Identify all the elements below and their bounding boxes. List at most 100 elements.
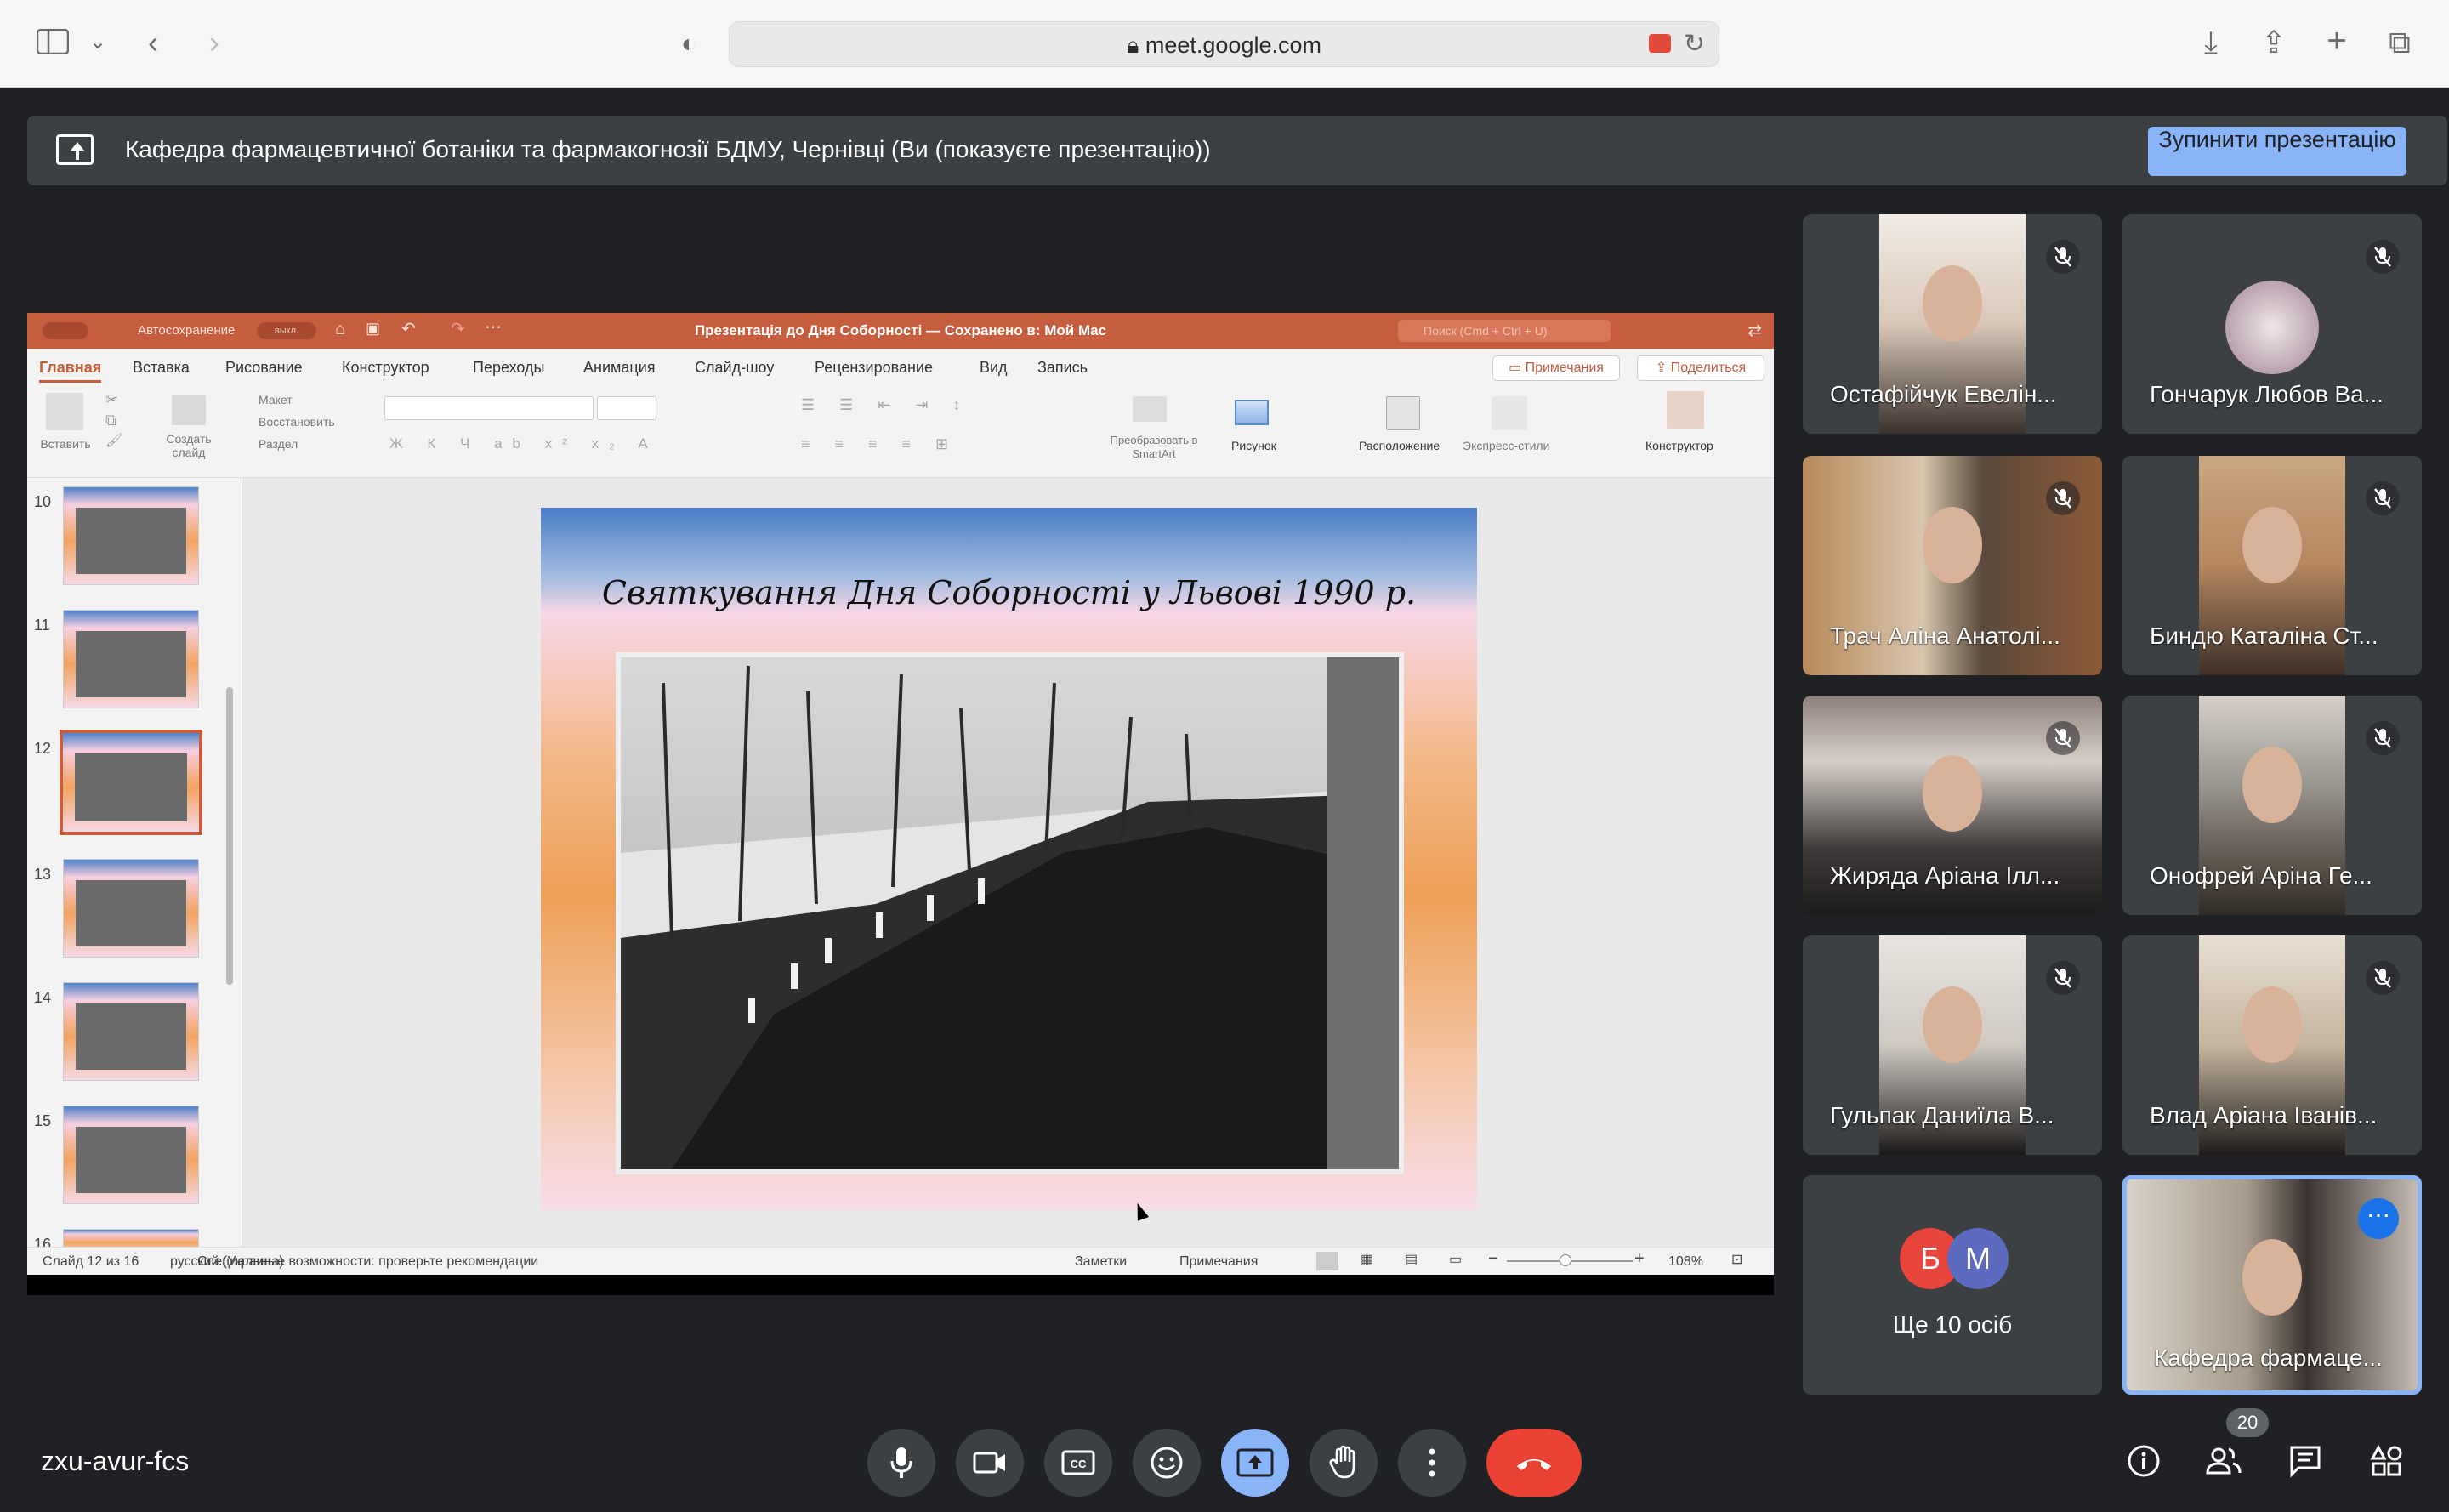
more-options-icon[interactable]: ⋯ bbox=[2358, 1198, 2399, 1239]
window-bottom-edge bbox=[27, 1275, 1774, 1295]
mic-off-icon bbox=[2366, 240, 2400, 274]
mic-button[interactable] bbox=[867, 1429, 935, 1497]
ppt-search-input[interactable]: Поиск (Cmd + Ctrl + U) bbox=[1398, 320, 1611, 342]
zoom-in-button[interactable]: + bbox=[1634, 1249, 1645, 1269]
picture-icon[interactable] bbox=[1235, 400, 1269, 425]
notes-button[interactable]: Заметки bbox=[1075, 1254, 1127, 1270]
participant-tile[interactable]: Влад Аріана Іванів... bbox=[2122, 935, 2422, 1155]
forward-icon[interactable]: › bbox=[197, 26, 231, 60]
tab-review[interactable]: Рецензирование bbox=[815, 359, 933, 377]
share-button[interactable]: ⇪ Поделиться bbox=[1637, 355, 1764, 381]
end-call-button[interactable] bbox=[1486, 1429, 1582, 1497]
tab-animations[interactable]: Анимация bbox=[583, 359, 656, 377]
participant-tile[interactable]: Гончарук Любов Ва... bbox=[2122, 214, 2422, 434]
more-options-button[interactable] bbox=[1398, 1429, 1466, 1497]
participant-tile[interactable]: Жиряда Аріана Ілл... bbox=[1803, 696, 2102, 915]
shield-icon[interactable]: ◐ bbox=[672, 27, 706, 61]
slide-thumbnail[interactable] bbox=[63, 610, 199, 708]
accessibility-status[interactable]: Специальные возможности: проверьте реком… bbox=[197, 1254, 538, 1270]
chevron-down-icon[interactable]: ⌄ bbox=[85, 26, 111, 60]
tab-view[interactable]: Вид bbox=[980, 359, 1008, 377]
share-icon[interactable]: ⇄ bbox=[1747, 320, 1762, 341]
section-button[interactable]: Раздел bbox=[259, 437, 298, 451]
reset-button[interactable]: Восстановить bbox=[259, 415, 335, 429]
zoom-out-button[interactable]: − bbox=[1488, 1249, 1498, 1269]
raise-hand-icon bbox=[1329, 1445, 1355, 1479]
copy-icon[interactable]: ⧉ bbox=[105, 412, 116, 429]
captions-button[interactable]: CC bbox=[1044, 1429, 1112, 1497]
fit-to-window-icon[interactable]: ⊡ bbox=[1731, 1251, 1742, 1268]
tab-home[interactable]: Главная bbox=[39, 359, 102, 383]
tab-draw[interactable]: Рисование bbox=[225, 359, 303, 377]
participant-name: Остафійчук Евелін... bbox=[1830, 381, 2057, 407]
slide-thumbnail[interactable] bbox=[60, 730, 202, 835]
emoji-button[interactable] bbox=[1133, 1429, 1201, 1497]
tab-design[interactable]: Конструктор bbox=[342, 359, 429, 377]
zoom-slider-thumb[interactable] bbox=[1560, 1254, 1571, 1266]
font-format-icons[interactable]: Ж К Ч ab x² x₂ A bbox=[389, 435, 658, 452]
plus-icon[interactable]: + bbox=[2320, 24, 2354, 58]
others-tile[interactable]: Б М Ще 10 осіб bbox=[1803, 1175, 2102, 1395]
back-icon[interactable]: ‹ bbox=[136, 26, 170, 60]
participant-tile[interactable]: Биндю Каталіна Ст... bbox=[2122, 456, 2422, 675]
arrange-icon[interactable] bbox=[1386, 396, 1420, 430]
font-name-dropdown[interactable] bbox=[384, 396, 594, 420]
new-slide-label: Создать слайд bbox=[166, 432, 212, 459]
sidebar-icon[interactable] bbox=[34, 27, 71, 61]
designer-icon[interactable] bbox=[1667, 391, 1704, 429]
slide-thumbnail[interactable] bbox=[63, 859, 199, 958]
participant-name: Гульпак Даниїла В... bbox=[1830, 1102, 2054, 1128]
slide-thumbnail[interactable] bbox=[63, 982, 199, 1081]
tab-transitions[interactable]: Переходы bbox=[473, 359, 544, 377]
tab-insert[interactable]: Вставка bbox=[133, 359, 190, 377]
present-button[interactable] bbox=[1221, 1429, 1289, 1497]
emoji-icon bbox=[1151, 1447, 1183, 1479]
participant-face bbox=[2242, 986, 2302, 1063]
paste-icon[interactable] bbox=[46, 393, 83, 430]
slide-thumbnail[interactable] bbox=[63, 486, 199, 585]
people-button[interactable] bbox=[2202, 1444, 2245, 1486]
raise-hand-button[interactable] bbox=[1310, 1429, 1378, 1497]
font-size-dropdown[interactable] bbox=[597, 396, 656, 420]
smartart-icon[interactable] bbox=[1133, 396, 1167, 422]
tab-slideshow[interactable]: Слайд-шоу bbox=[695, 359, 774, 377]
format-painter-icon[interactable]: 🖌︎ bbox=[105, 432, 122, 449]
stop-presenting-button[interactable]: Зупинити презентацію bbox=[2148, 127, 2406, 176]
align-icons[interactable]: ≡ ≡ ≡ ≡ ⊞ bbox=[801, 435, 958, 453]
download-icon[interactable]: ⤓ bbox=[2194, 26, 2228, 60]
thumbnail-scrollbar[interactable] bbox=[226, 687, 233, 985]
slide-thumbnail[interactable] bbox=[63, 1106, 199, 1204]
participant-tile[interactable]: Гульпак Даниїла В... bbox=[1803, 935, 2102, 1155]
zoom-level[interactable]: 108% bbox=[1668, 1254, 1703, 1270]
info-button[interactable] bbox=[2122, 1444, 2165, 1486]
chat-button[interactable] bbox=[2284, 1444, 2327, 1486]
reading-view-icon[interactable]: ▤ bbox=[1405, 1251, 1418, 1268]
cut-icon[interactable]: ✂ bbox=[105, 391, 118, 409]
new-slide-icon[interactable] bbox=[172, 395, 206, 425]
self-tile[interactable]: ⋯ Кафедра фармаце... bbox=[2122, 1175, 2422, 1395]
comments-button[interactable]: ▭ Примечания bbox=[1492, 355, 1620, 381]
address-bar[interactable]: 🔒︎ meet.google.com ↻ bbox=[729, 21, 1719, 67]
comments-status-button[interactable]: Примечания bbox=[1179, 1254, 1258, 1270]
quick-styles-icon[interactable] bbox=[1492, 396, 1527, 430]
camera-icon[interactable] bbox=[1649, 34, 1671, 53]
tabs-icon[interactable]: ⧉ bbox=[2383, 26, 2417, 60]
tab-record[interactable]: Запись bbox=[1037, 359, 1088, 377]
slide-thumbnails: 10 11 12 13 14 15 16 bbox=[27, 478, 241, 1254]
normal-view-icon[interactable] bbox=[1316, 1252, 1338, 1270]
paragraph-icons[interactable]: ☰ ☰ ⇤ ⇥ ↕ bbox=[801, 396, 970, 414]
layout-button[interactable]: Макет bbox=[259, 393, 293, 406]
participant-name: Трач Аліна Анатолі... bbox=[1830, 622, 2060, 649]
participant-tile[interactable]: Трач Аліна Анатолі... bbox=[1803, 456, 2102, 675]
slideshow-view-icon[interactable]: ▭ bbox=[1449, 1251, 1462, 1268]
reload-icon[interactable]: ↻ bbox=[1684, 29, 1705, 59]
share-icon[interactable]: ⇪ bbox=[2257, 26, 2291, 60]
banner-text: Кафедра фармацевтичної ботаніки та фарма… bbox=[125, 136, 1211, 162]
activities-button[interactable] bbox=[2366, 1444, 2408, 1486]
participant-tile[interactable]: Остафійчук Евелін... bbox=[1803, 214, 2102, 434]
sorter-view-icon[interactable]: ▦ bbox=[1361, 1251, 1373, 1268]
info-icon bbox=[2128, 1445, 2160, 1477]
participant-tile[interactable]: Онофрей Аріна Ге... bbox=[2122, 696, 2422, 915]
camera-button[interactable] bbox=[956, 1429, 1024, 1497]
current-slide[interactable]: Святкування Дня Соборності у Львові 1990… bbox=[541, 508, 1477, 1210]
